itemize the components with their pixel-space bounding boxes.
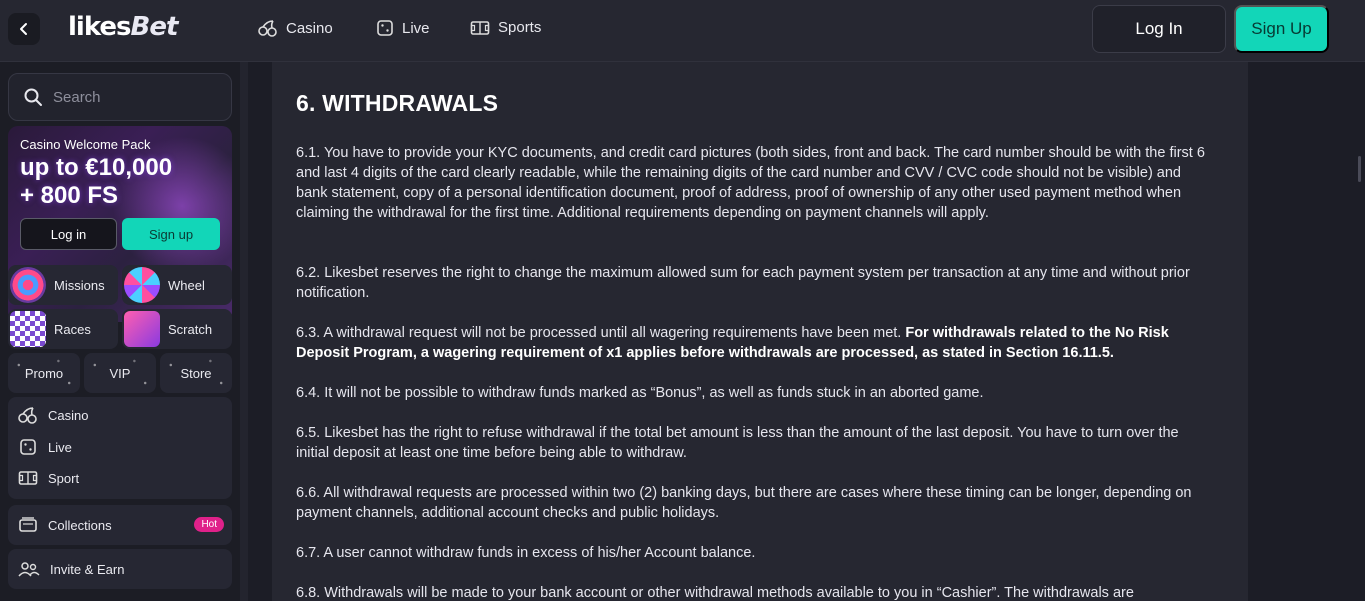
tile-scratch-label: Scratch — [168, 321, 213, 337]
topnav-casino[interactable]: Casino — [258, 19, 333, 37]
section-title: 6. WITHDRAWALS — [296, 90, 499, 116]
sidebar-item-invite[interactable]: Invite & Earn — [8, 549, 232, 589]
cherries-icon — [258, 20, 277, 37]
sidebar-item-casino[interactable]: Casino — [18, 406, 88, 424]
collections-row: Collections — [18, 517, 112, 533]
tile-wheel-label: Wheel — [168, 277, 205, 293]
sidebar-item-casino-label: Casino — [48, 407, 89, 423]
paragraph-6-4: 6.4. It will not be possible to withdraw… — [296, 385, 984, 401]
logo-text-b: Bet — [130, 12, 179, 42]
sidebar-item-live[interactable]: Live — [18, 438, 72, 456]
sidebar-tile-races[interactable]: Races — [8, 309, 118, 349]
paragraph-6-6: 6.6. All withdrawal requests are process… — [296, 485, 1192, 521]
terms-content: 6. WITHDRAWALS 6.1. You have to provide … — [272, 62, 1248, 601]
sports-field-icon — [18, 471, 38, 485]
dice-icon — [20, 439, 36, 455]
promo-login-button[interactable]: Log in — [20, 218, 117, 250]
top-bar: likesBet Casino Live Sports Log In Sign … — [0, 0, 1365, 62]
promo-headline-fs: + 800 FS — [20, 182, 119, 209]
paragraph-6-2: 6.2. Likesbet reserves the right to chan… — [296, 265, 1190, 301]
dice-icon — [377, 20, 393, 36]
sidebar-item-collections[interactable]: Collections Hot — [8, 505, 232, 545]
sidebar-item-live-label: Live — [48, 439, 72, 455]
sidebar-tile-missions[interactable]: Missions — [8, 265, 118, 305]
logo-text-a: likes — [68, 12, 132, 42]
sidebar-vip-button[interactable]: VIP — [84, 353, 156, 393]
paragraph-6-1: 6.1. You have to provide your KYC docume… — [296, 145, 1205, 221]
collections-label: Collections — [48, 517, 112, 533]
search-input[interactable]: Search — [8, 73, 232, 121]
sidebar-item-sport-label: Sport — [48, 470, 80, 486]
invite-label: Invite & Earn — [50, 561, 125, 577]
topnav-live[interactable]: Live — [376, 19, 430, 37]
hot-badge: Hot — [194, 517, 224, 532]
sidebar-promo-button[interactable]: Promo — [8, 353, 80, 393]
sidebar-tile-scratch[interactable]: Scratch — [122, 309, 232, 349]
page-scrollbar-thumb[interactable] — [1358, 156, 1361, 182]
invite-users-icon — [18, 562, 40, 577]
scratch-card-icon — [124, 311, 160, 347]
signup-button[interactable]: Sign Up — [1234, 5, 1329, 53]
promo-signup-button[interactable]: Sign up — [122, 218, 220, 250]
paragraph-6-3-text: 6.3. A withdrawal request will not be pr… — [296, 325, 906, 341]
tile-races-label: Races — [54, 321, 91, 337]
login-button[interactable]: Log In — [1092, 5, 1226, 53]
sidebar-nav-group: Casino Live Sport — [8, 397, 232, 499]
back-button[interactable] — [8, 13, 40, 45]
chevron-left-icon — [20, 23, 27, 35]
sidebar-tile-wheel[interactable]: Wheel — [122, 265, 232, 305]
topnav-casino-label: Casino — [286, 19, 333, 37]
sidebar: Search Casino Welcome Pack up to €10,000… — [0, 62, 240, 601]
wheel-icon — [124, 267, 160, 303]
missions-icon — [10, 267, 46, 303]
promo-subtitle: Casino Welcome Pack — [20, 137, 151, 152]
promo-headline: up to €10,000 + 800 FS — [20, 154, 172, 210]
search-icon — [24, 88, 42, 106]
topnav-live-label: Live — [402, 19, 430, 37]
sidebar-scrollbar[interactable] — [240, 62, 248, 601]
cherries-icon — [18, 407, 37, 424]
topnav-sports[interactable]: Sports — [470, 19, 541, 36]
paragraph-6-7: 6.7. A user cannot withdraw funds in exc… — [296, 545, 756, 561]
topnav-sports-label: Sports — [498, 19, 542, 36]
paragraph-6-5: 6.5. Likesbet has the right to refuse wi… — [296, 425, 1179, 461]
paragraph-6-3: 6.3. A withdrawal request will not be pr… — [296, 323, 1214, 363]
sports-field-icon — [470, 20, 490, 35]
tile-missions-label: Missions — [54, 277, 105, 293]
invite-row: Invite & Earn — [18, 561, 124, 577]
promo-headline-amount: up to €10,000 — [20, 154, 173, 181]
page-scrollbar[interactable] — [1355, 62, 1365, 601]
sidebar-item-sport[interactable]: Sport — [18, 470, 79, 486]
paragraph-6-8: 6.8. Withdrawals will be made to your ba… — [296, 585, 1134, 601]
search-placeholder: Search — [53, 88, 101, 106]
collections-icon — [19, 517, 37, 532]
sidebar-store-button[interactable]: Store — [160, 353, 232, 393]
logo[interactable]: likesBet — [68, 12, 179, 42]
race-flag-icon — [10, 311, 46, 347]
